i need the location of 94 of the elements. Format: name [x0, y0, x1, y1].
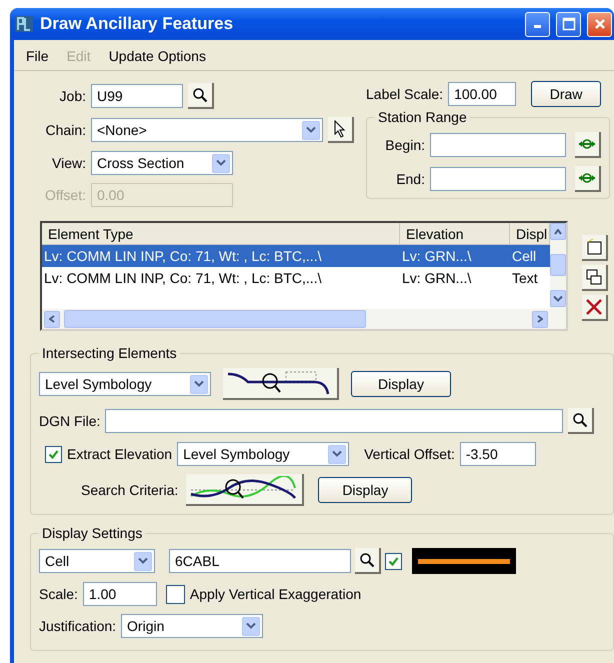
dgn-file-field[interactable] [105, 409, 564, 433]
app-icon [14, 15, 34, 33]
menu-item[interactable]: File [26, 48, 49, 64]
chain-dropdown[interactable]: <None> [91, 118, 323, 142]
window-title: Draw Ancillary Features [40, 14, 234, 34]
vertical-scrollbar[interactable] [550, 223, 566, 329]
draw-button[interactable]: Draw [531, 81, 602, 107]
dropdown-icon [242, 616, 260, 636]
graph-button[interactable] [186, 474, 304, 506]
view-dropdown[interactable]: Cross Section [91, 151, 233, 175]
target-icon [578, 172, 596, 184]
checkbox-label: Apply Vertical Exaggeration [190, 586, 362, 602]
scroll-left-icon[interactable] [44, 310, 60, 328]
field-label: Justification: [39, 618, 116, 634]
scroll-thumb[interactable] [64, 310, 366, 328]
pick-button[interactable] [328, 117, 354, 143]
table-row[interactable]: Lv: COMM LIN INP, Co: 71, Wt: , Lc: BTC,...\ Lv: GRN...\ Cell [42, 245, 550, 267]
locate-button[interactable] [575, 166, 601, 192]
display-button[interactable]: Display [318, 477, 412, 503]
target-icon [578, 138, 596, 150]
table-cell[interactable]: Lv: COMM LIN INP, Co: 71, Wt: , Lc: BTC,...\ [42, 245, 400, 267]
checkbox[interactable] [385, 552, 402, 570]
field-label: Scale: [39, 586, 78, 602]
maximize-icon [562, 17, 576, 31]
field-label: DGN File: [39, 413, 100, 429]
table-cell[interactable]: Lv: GRN...\ [400, 245, 510, 267]
job-field[interactable]: U99 [91, 84, 183, 108]
menu-item[interactable]: Update Options [108, 48, 206, 64]
table-row[interactable]: Lv: COMM LIN INP, Co: 71, Wt: , Lc: BTC,...\ Lv: GRN...\ Text [42, 267, 550, 289]
add-window-icon [585, 238, 603, 256]
line-style-preview[interactable] [412, 548, 516, 574]
dropdown-icon [302, 120, 320, 140]
scroll-down-icon[interactable] [550, 290, 566, 307]
table-cell[interactable]: Lv: COMM LIN INP, Co: 71, Wt: , Lc: BTC,...\ [42, 267, 400, 289]
checkmark-icon [48, 448, 59, 460]
field-label: End: [395, 171, 425, 187]
dropdown-icon [212, 154, 230, 172]
field-label: Search Criteria: [81, 482, 178, 498]
locate-button[interactable] [575, 132, 601, 158]
horizontal-scrollbar[interactable] [42, 309, 550, 329]
dropdown-icon [134, 552, 152, 570]
table-cell[interactable]: Text [510, 267, 550, 289]
add-button[interactable] [582, 235, 608, 261]
begin-field[interactable] [430, 133, 566, 157]
group-title: Intersecting Elements [39, 345, 180, 361]
maximize-button[interactable] [556, 12, 581, 36]
field-label: View: [51, 155, 86, 171]
column-header[interactable]: Displ [510, 223, 550, 245]
checkbox[interactable] [166, 584, 185, 604]
checkbox-label: Extract Elevation [67, 446, 172, 462]
field-label: Job: [58, 88, 86, 104]
group-title: Display Settings [39, 525, 146, 541]
vertical-offset-field[interactable]: -3.50 [460, 442, 536, 466]
field-label: Offset: [44, 187, 86, 203]
search-icon [192, 87, 208, 103]
search-button[interactable] [188, 83, 214, 109]
column-header[interactable]: Element Type [42, 223, 400, 245]
display-button[interactable]: Display [351, 371, 451, 397]
close-icon [594, 18, 606, 30]
field-label: Chain: [44, 122, 86, 138]
table-cell[interactable]: Lv: GRN...\ [400, 267, 510, 289]
graph-button[interactable] [223, 368, 339, 400]
field-label: Vertical Offset: [364, 446, 455, 462]
scroll-thumb[interactable] [550, 254, 566, 276]
delete-icon [585, 298, 603, 316]
label-scale-field[interactable]: 100.00 [448, 82, 516, 106]
cell-name-field[interactable]: 6CABL [169, 549, 351, 573]
search-button[interactable] [568, 408, 594, 434]
minimize-button[interactable] [525, 12, 550, 36]
dropdown-icon [328, 444, 346, 464]
scroll-up-icon[interactable] [550, 223, 566, 240]
cursor-icon [333, 120, 347, 138]
justification-dropdown[interactable]: Origin [121, 614, 264, 638]
type-dropdown[interactable]: Cell [39, 549, 155, 573]
field-label: Label Scale: [366, 86, 444, 102]
scale-field[interactable]: 1.00 [82, 582, 157, 606]
search-icon [572, 412, 588, 428]
dropdown-icon [190, 374, 208, 394]
end-field[interactable] [430, 167, 566, 191]
search-button[interactable] [355, 548, 381, 574]
table-cell[interactable]: Cell [510, 245, 550, 267]
extract-mode-dropdown[interactable]: Level Symbology [177, 442, 350, 466]
mode-dropdown[interactable]: Level Symbology [39, 372, 211, 396]
close-button[interactable] [587, 12, 612, 36]
copy-icon [585, 268, 603, 286]
delete-button[interactable] [582, 295, 608, 321]
field-label: Begin: [384, 137, 425, 153]
group-title: Station Range [375, 109, 470, 125]
checkbox[interactable] [45, 446, 62, 462]
copy-button[interactable] [582, 265, 608, 291]
scroll-right-icon[interactable] [532, 310, 548, 328]
checkmark-icon [388, 556, 399, 566]
column-header[interactable]: Elevation [400, 223, 510, 245]
search-icon [359, 552, 375, 568]
